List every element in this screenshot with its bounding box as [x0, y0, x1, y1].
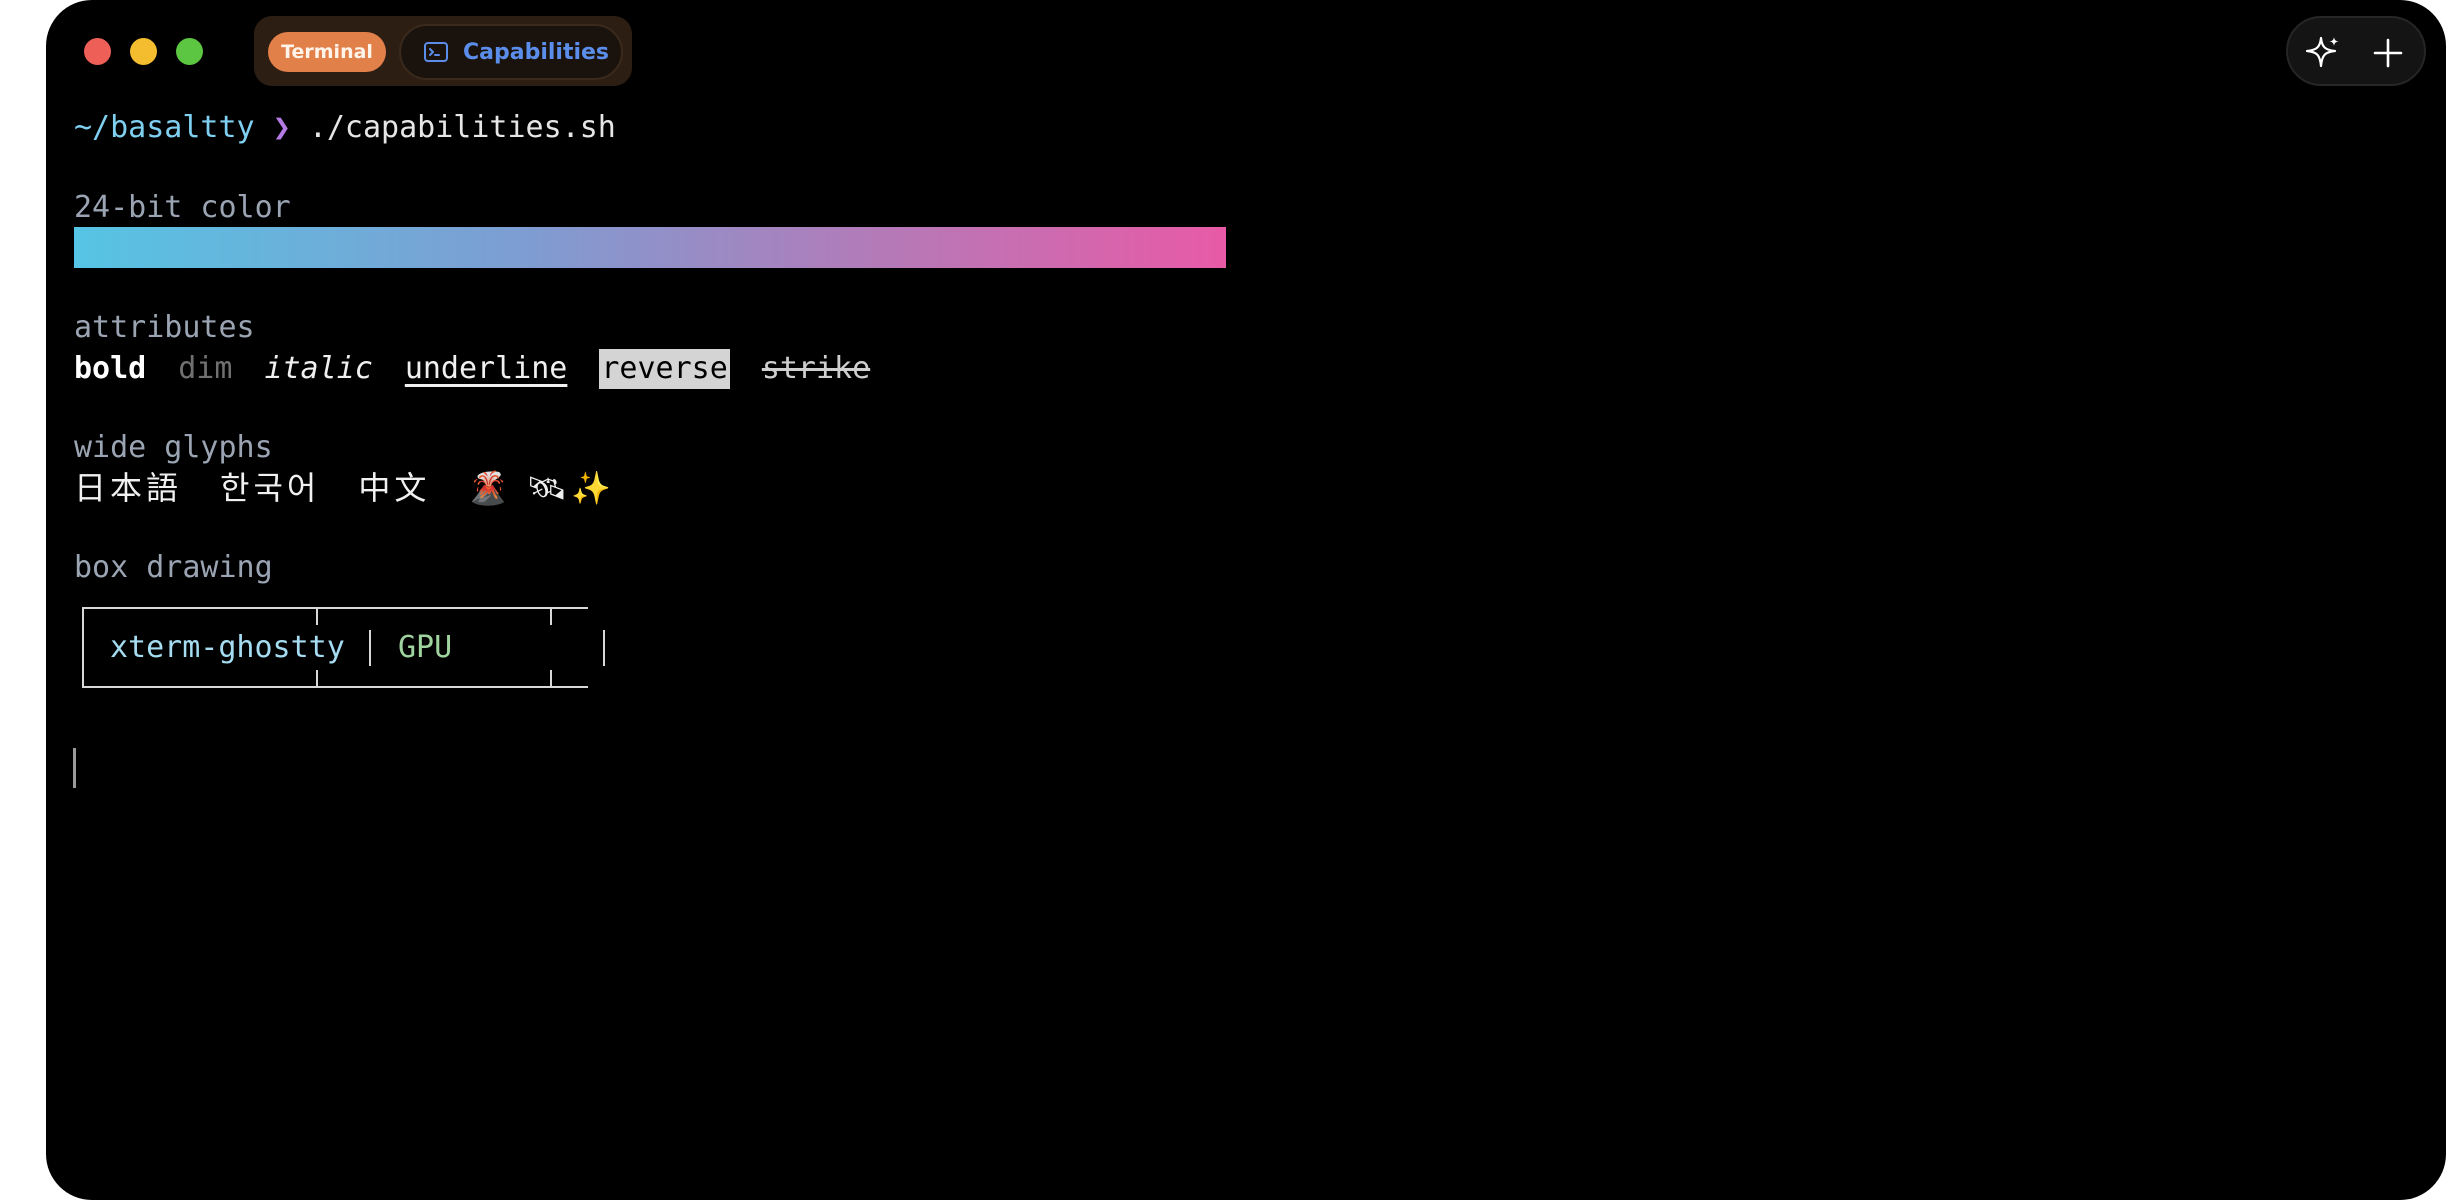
zoom-window-button[interactable]: [176, 38, 203, 65]
prompt-arrow: ❯: [272, 110, 291, 145]
attr-dim: dim: [178, 351, 233, 386]
prompt-line: ~/basaltty ❯ ./capabilities.sh: [74, 108, 616, 148]
attributes-line: bold dim italic underline reverse strike: [74, 349, 902, 389]
tab-group: Terminal Capabilities: [254, 16, 632, 86]
tab-capabilities-label: Capabilities: [463, 39, 610, 65]
japanese-text: 日本語: [74, 469, 183, 507]
attr-strike: strike: [761, 351, 871, 386]
close-window-button[interactable]: [84, 38, 111, 65]
new-tab-button[interactable]: [2368, 33, 2408, 73]
ai-button[interactable]: [2303, 33, 2343, 73]
korean-text: 한국어: [220, 469, 321, 507]
attr-reverse: reverse: [599, 349, 730, 389]
chinese-text: 中文: [358, 469, 431, 507]
color-section-label: 24-bit color: [74, 190, 291, 225]
color-gradient-bar: [74, 227, 1226, 268]
sparkle-icon: [2305, 35, 2341, 71]
attributes-section-label: attributes: [74, 310, 255, 345]
terminal-icon: [423, 39, 449, 65]
emoji-text: 🌋 🛰✨: [468, 469, 615, 507]
plus-icon: [2372, 37, 2404, 69]
prompt-directory: ~/basaltty: [74, 110, 255, 145]
tab-capabilities[interactable]: Capabilities: [399, 24, 623, 80]
box-cell-terminal-name: xterm-ghostty: [110, 630, 345, 665]
text-cursor[interactable]: [73, 748, 76, 788]
terminal-window: Terminal Capabilities ~/basaltty ❯ ./cap…: [46, 0, 2446, 1200]
minimize-window-button[interactable]: [130, 38, 157, 65]
window-controls: [2286, 16, 2426, 86]
attr-underline: underline: [404, 351, 568, 386]
tab-terminal[interactable]: Terminal: [268, 32, 386, 72]
box-drawing-section-label: box drawing: [74, 550, 273, 585]
box-cell-gpu: GPU: [398, 630, 453, 665]
prompt-command: ./capabilities.sh: [308, 110, 616, 145]
attr-italic: italic: [264, 351, 373, 386]
wide-glyphs-section-label: wide glyphs: [74, 430, 273, 465]
wide-glyphs-line: 日本語 한국어 中文 🌋 🛰✨: [74, 468, 653, 508]
attr-bold: bold: [74, 351, 147, 386]
